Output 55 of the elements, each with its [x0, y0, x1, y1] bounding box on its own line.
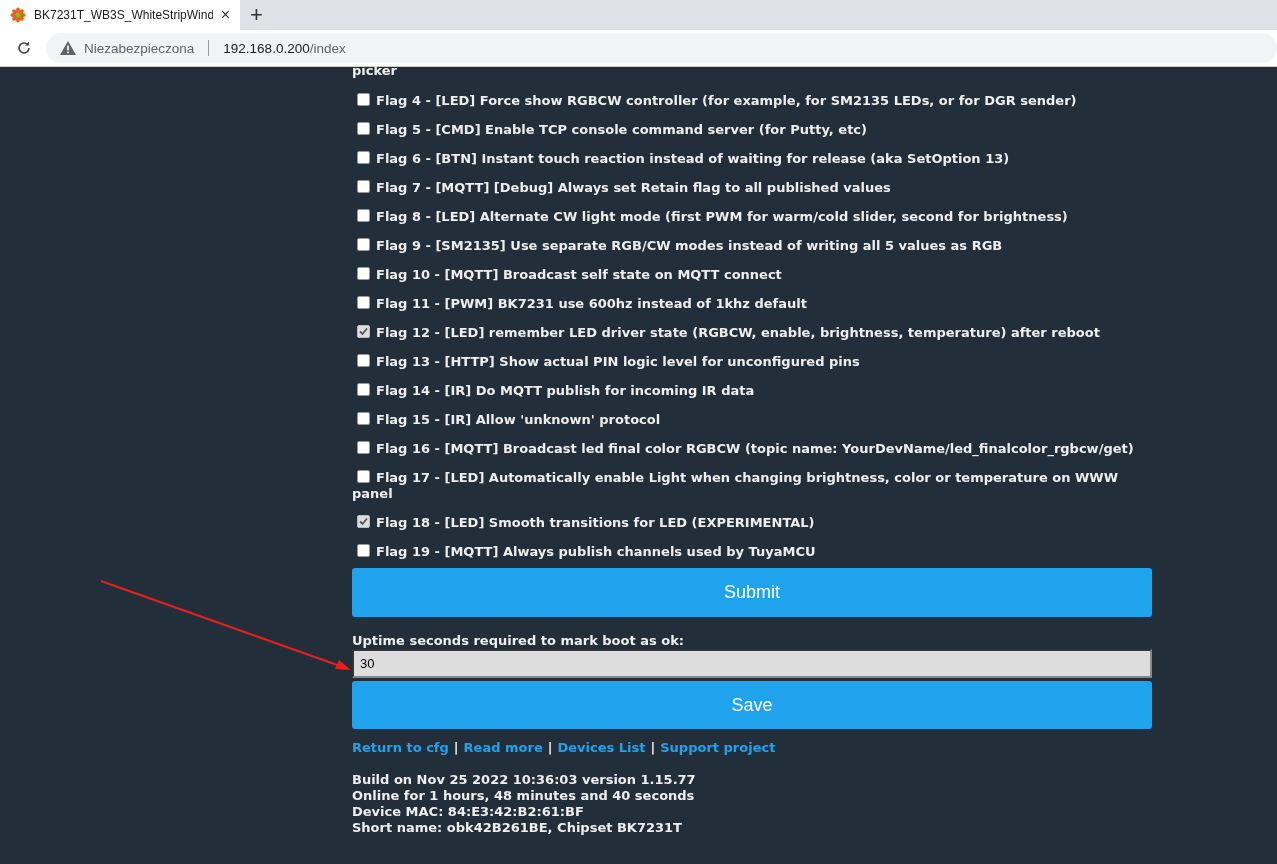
link-separator: |	[453, 740, 459, 756]
info-line: Build on Nov 25 2022 10:36:03 version 1.15.77	[352, 772, 697, 788]
uptime-label: Uptime seconds required to mark boot as ok:	[352, 633, 686, 649]
link-separator: |	[650, 740, 656, 756]
checkbox[interactable]	[357, 295, 370, 309]
flag-option[interactable]: Flag 16 - [MQTT] Broadcast led final color RGBCW (topic name: YourDevName/led_finalcolor_rgbcw/get)	[352, 434, 1152, 463]
flower-icon	[10, 7, 26, 23]
uptime-input[interactable]: 30	[352, 649, 1152, 678]
warning-icon	[60, 41, 76, 55]
flag-option[interactable]: Flag 17 - [LED] Automatically enable Light when changing brightness, color or temperature on WWW panel	[352, 463, 1152, 508]
flag-option[interactable]: Flag 15 - [IR] Allow 'unknown' protocol	[352, 405, 1152, 434]
footer-link[interactable]: Return to cfg	[352, 740, 449, 756]
info-line: Short name: obk42B261BE, Chipset BK7231T	[352, 820, 683, 836]
close-tab-button[interactable]: ×	[220, 6, 230, 24]
checkbox[interactable]	[357, 208, 370, 222]
checkbox[interactable]	[357, 382, 370, 396]
address-bar[interactable]: Niezabezpieczona 192.168.0.200/index	[46, 33, 1277, 63]
flag-option[interactable]: Flag 11 - [PWM] BK7231 use 600hz instead of 1khz default	[352, 289, 1152, 318]
checkbox[interactable]	[357, 411, 370, 425]
flag-option[interactable]: Flag 10 - [MQTT] Broadcast self state on MQTT connect	[352, 260, 1152, 289]
checkbox[interactable]	[357, 121, 370, 135]
flag-option[interactable]: Flag 18 - [LED] Smooth transitions for LED (EXPERIMENTAL)	[352, 508, 1152, 537]
flag-option[interactable]: Flag 12 - [LED] remember LED driver state (RGBCW, enable, brightness, temperature) after reboot	[352, 318, 1152, 347]
flag-option[interactable]: Flag 6 - [BTN] Instant touch reaction instead of waiting for release (aka SetOption 13)	[352, 144, 1152, 173]
checkbox[interactable]	[357, 266, 370, 280]
new-tab-button[interactable]: +	[250, 2, 263, 28]
checkbox[interactable]	[357, 440, 370, 454]
checkbox[interactable]	[357, 353, 370, 367]
reload-icon[interactable]	[16, 40, 32, 56]
checkbox[interactable]	[357, 150, 370, 164]
checkbox[interactable]	[357, 179, 370, 193]
checkbox[interactable]	[357, 92, 370, 106]
flag-option[interactable]: Flag 19 - [MQTT] Always publish channels used by TuyaMCU	[352, 537, 1152, 566]
security-label: Niezabezpieczona	[84, 40, 195, 56]
flag-label-fragment: picker	[352, 63, 398, 80]
flag-option[interactable]: Flag 7 - [MQTT] [Debug] Always set Retain flag to all published values	[352, 173, 1152, 202]
url-text: 192.168.0.200/index	[223, 40, 346, 56]
footer-link[interactable]: Devices List	[557, 740, 646, 756]
info-line: Online for 1 hours, 48 minutes and 40 seconds	[352, 788, 696, 804]
flag-option[interactable]: Flag 8 - [LED] Alternate CW light mode (first PWM for warm/cold slider, second for brightness)	[352, 202, 1152, 231]
checkbox[interactable]	[357, 543, 370, 557]
checkbox[interactable]	[357, 514, 370, 528]
flag-option[interactable]: Flag 14 - [IR] Do MQTT publish for incoming IR data	[352, 376, 1152, 405]
flag-option[interactable]: Flag 5 - [CMD] Enable TCP console command server (for Putty, etc)	[352, 115, 1152, 144]
checkbox[interactable]	[357, 469, 370, 483]
flag-option[interactable]: Flag 13 - [HTTP] Show actual PIN logic level for unconfigured pins	[352, 347, 1152, 376]
footer-link[interactable]: Support project	[660, 740, 776, 756]
browser-tab[interactable]: BK7231T_WB3S_WhiteStripWind ×	[0, 0, 240, 30]
footer-link[interactable]: Read more	[463, 740, 543, 756]
link-separator: |	[547, 740, 553, 756]
flag-option[interactable]: Flag 4 - [LED] Force show RGBCW controller (for example, for SM2135 LEDs, or for DGR sender)	[352, 86, 1152, 115]
flag-option[interactable]: Flag 9 - [SM2135] Use separate RGB/CW modes instead of writing all 5 values as RGB	[352, 231, 1152, 260]
info-line: Device MAC: 84:E3:42:B2:61:BF	[352, 804, 585, 820]
checkbox[interactable]	[357, 324, 370, 338]
checkbox[interactable]	[357, 237, 370, 251]
